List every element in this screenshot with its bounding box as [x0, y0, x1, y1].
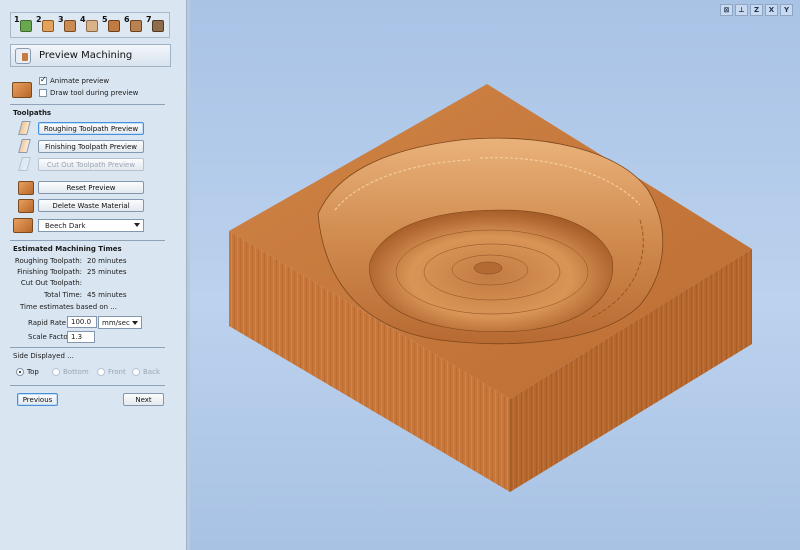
total-time-value: 45 minutes	[87, 291, 127, 299]
iso-view-icon[interactable]: ⊥	[735, 4, 748, 16]
scale-factor-input[interactable]: 1.3	[67, 331, 95, 343]
preview-machining-icon	[15, 47, 31, 64]
side-front-option[interactable]: Front	[97, 368, 126, 376]
preview-icon	[130, 20, 142, 32]
wood-block-model	[229, 84, 752, 492]
step-number: 4	[80, 15, 86, 24]
z-view-button[interactable]: Z	[750, 4, 763, 16]
y-view-button[interactable]: Y	[780, 4, 793, 16]
side-bottom-option[interactable]: Bottom	[52, 368, 89, 376]
finishing-preview-button[interactable]: Finishing Toolpath Preview	[38, 140, 144, 153]
reset-preview-icon	[18, 181, 34, 195]
cutout-preview-button[interactable]: Cut Out Toolpath Preview	[38, 158, 144, 171]
draw-tool-checkbox[interactable]	[39, 89, 47, 97]
step-6-button[interactable]: 6	[124, 15, 145, 35]
scale-factor-label: Scale Factor	[28, 333, 71, 341]
panel-title-bar: Preview Machining	[10, 44, 171, 67]
previous-button[interactable]: Previous	[17, 393, 58, 406]
step-number: 6	[124, 15, 130, 24]
finishing-toolpath-icon	[17, 139, 33, 153]
step-number: 3	[58, 15, 64, 24]
x-view-button[interactable]: X	[765, 4, 778, 16]
rapid-unit-select[interactable]: mm/sec	[98, 316, 142, 329]
roughing-time-label: Roughing Toolpath:	[14, 257, 82, 265]
vector-icon	[42, 20, 54, 32]
step-5-button[interactable]: 5	[102, 15, 123, 35]
rapid-rate-input[interactable]: 100.0	[67, 316, 97, 328]
side-back-radio[interactable]	[132, 368, 140, 376]
material-select[interactable]: Beech Dark	[38, 219, 144, 232]
reset-preview-button[interactable]: Reset Preview	[38, 181, 144, 194]
save-icon	[152, 20, 164, 32]
material-swatch-icon	[13, 218, 33, 233]
side-top-label: Top	[27, 368, 39, 376]
material-value: Beech Dark	[45, 221, 86, 230]
side-back-option[interactable]: Back	[132, 368, 160, 376]
total-time-label: Total Time:	[43, 291, 82, 299]
step-number: 1	[14, 15, 20, 24]
material-texture-icon	[12, 82, 32, 98]
side-front-label: Front	[108, 368, 126, 376]
divider	[10, 240, 165, 241]
panel-title: Preview Machining	[39, 50, 133, 61]
animate-preview-row[interactable]: Animate preview	[39, 75, 110, 85]
model-icon	[64, 20, 76, 32]
step-1-button[interactable]: 1	[14, 15, 35, 35]
step-number: 7	[146, 15, 152, 24]
step-toolbar: 1 2 3 4 5 6 7	[10, 12, 170, 38]
estimates-note: Time estimates based on ...	[20, 303, 118, 311]
side-displayed-heading: Side Displayed ...	[13, 352, 74, 360]
step-4-button[interactable]: 4	[80, 15, 101, 35]
step-7-button[interactable]: 7	[146, 15, 167, 35]
step-2-button[interactable]: 2	[36, 15, 57, 35]
next-button[interactable]: Next	[123, 393, 164, 406]
side-bottom-radio[interactable]	[52, 368, 60, 376]
divider	[10, 104, 165, 105]
delete-waste-button[interactable]: Delete Waste Material	[38, 199, 144, 212]
animate-preview-label: Animate preview	[50, 77, 110, 85]
view-toolbar: ⊠ ⊥ Z X Y	[720, 4, 793, 16]
cutout-toolpath-icon	[17, 157, 33, 171]
finishing-time-label: Finishing Toolpath:	[17, 268, 82, 276]
finishing-time-value: 25 minutes	[87, 268, 127, 276]
animate-preview-checkbox[interactable]	[39, 75, 47, 85]
toolpath-icon	[86, 20, 98, 32]
side-top-radio[interactable]	[16, 368, 24, 376]
times-heading: Estimated Machining Times	[13, 245, 122, 253]
divider	[10, 385, 165, 386]
roughing-preview-button[interactable]: Roughing Toolpath Preview	[38, 122, 144, 135]
step-3-button[interactable]: 3	[58, 15, 79, 35]
side-back-label: Back	[143, 368, 160, 376]
side-top-option[interactable]: Top	[16, 368, 39, 376]
bowl-center	[473, 261, 503, 275]
chevron-down-icon	[132, 321, 138, 325]
side-bottom-label: Bottom	[63, 368, 89, 376]
step-number: 2	[36, 15, 42, 24]
chevron-down-icon	[134, 223, 140, 227]
delete-waste-icon	[18, 199, 34, 213]
rapid-rate-label: Rapid Rate	[28, 319, 67, 327]
cutout-time-label: Cut Out Toolpath:	[20, 279, 82, 287]
fit-view-icon[interactable]: ⊠	[720, 4, 733, 16]
roughing-icon	[108, 20, 120, 32]
setup-icon	[20, 20, 32, 32]
roughing-time-value: 20 minutes	[87, 257, 127, 265]
draw-tool-label: Draw tool during preview	[50, 89, 139, 97]
roughing-toolpath-icon	[17, 121, 33, 135]
toolpaths-heading: Toolpaths	[13, 109, 52, 117]
left-panel: 1 2 3 4 5 6 7 Preview Machining ✓ Animat…	[0, 0, 187, 550]
side-front-radio[interactable]	[97, 368, 105, 376]
draw-tool-row[interactable]: Draw tool during preview	[39, 89, 138, 97]
step-number: 5	[102, 15, 108, 24]
divider	[10, 347, 165, 348]
rapid-unit-value: mm/sec	[102, 318, 130, 327]
